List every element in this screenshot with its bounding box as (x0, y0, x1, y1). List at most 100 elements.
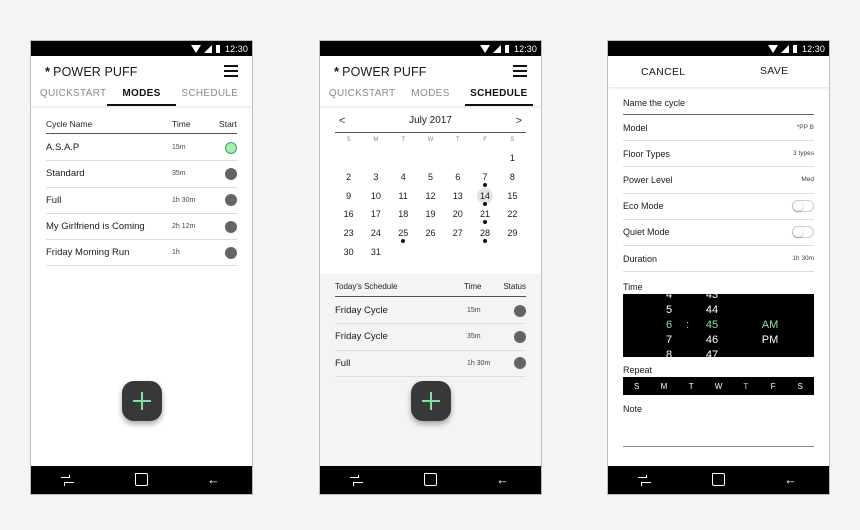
calendar-day[interactable]: 4 (390, 168, 417, 187)
minute-option[interactable]: 45 (703, 318, 721, 333)
calendar-day[interactable]: 23 (335, 224, 362, 243)
cycle-name-input[interactable]: Name the cycle (623, 87, 814, 115)
status-indicator[interactable] (514, 357, 526, 370)
mode-row[interactable]: Full 1h 30m (46, 188, 237, 214)
back-icon[interactable]: ← (784, 473, 797, 486)
repeat-day-toggle[interactable]: M (650, 382, 677, 391)
recent-apps-icon[interactable] (61, 475, 74, 486)
hour-option[interactable]: 4 (661, 294, 677, 303)
calendar-day[interactable]: 3 (362, 168, 389, 187)
tab-modes[interactable]: MODES (396, 84, 464, 106)
calendar-day[interactable]: 20 (444, 205, 471, 224)
back-icon[interactable]: ← (207, 473, 220, 486)
calendar-day[interactable]: 6 (444, 168, 471, 187)
calendar-day[interactable]: 16 (335, 205, 362, 224)
back-icon[interactable]: ← (496, 473, 509, 486)
minute-option[interactable]: 46 (703, 333, 721, 348)
calendar-day[interactable]: 14 (471, 187, 498, 206)
calendar-day[interactable]: 12 (417, 187, 444, 206)
calendar-day[interactable]: 25 (390, 224, 417, 244)
field-floor-types[interactable]: Floor Types 3 types (623, 141, 814, 168)
ampm-option[interactable]: PM (755, 333, 785, 348)
repeat-day-toggle[interactable]: S (623, 382, 650, 391)
calendar-day[interactable]: 27 (444, 224, 471, 243)
ampm-wheel[interactable]: AM PM (755, 318, 785, 348)
hour-wheel[interactable]: 45678 (661, 294, 677, 357)
hour-option[interactable]: 7 (661, 333, 677, 348)
mode-row[interactable]: Friday Morning Run 1h (46, 240, 237, 267)
hamburger-menu-icon[interactable] (513, 65, 527, 77)
add-schedule-button[interactable] (411, 381, 451, 421)
chevron-right-icon[interactable]: > (516, 115, 522, 127)
repeat-day-toggle[interactable]: S (787, 382, 814, 391)
calendar-day[interactable]: 24 (362, 224, 389, 243)
start-button[interactable] (225, 141, 237, 154)
calendar-day[interactable]: 30 (335, 243, 362, 262)
calendar-day[interactable]: 28 (471, 224, 498, 244)
schedule-row[interactable]: Full 1h 30m (335, 351, 526, 377)
hour-option[interactable]: 5 (661, 303, 677, 318)
calendar-day[interactable]: 9 (335, 187, 362, 206)
calendar-day[interactable]: 5 (417, 168, 444, 187)
home-icon[interactable] (712, 473, 725, 486)
home-icon[interactable] (424, 473, 437, 486)
repeat-day-toggle[interactable]: W (705, 382, 732, 391)
calendar-day[interactable]: 26 (417, 224, 444, 243)
calendar-day[interactable]: 8 (499, 168, 526, 187)
repeat-day-toggle[interactable]: T (732, 382, 759, 391)
calendar-day[interactable]: 17 (362, 205, 389, 224)
time-picker[interactable]: 45678 : 43 44 45 46 47 AM PM (623, 294, 814, 358)
schedule-row[interactable]: Friday Cycle 35m (335, 324, 526, 351)
note-input[interactable] (623, 414, 814, 448)
add-cycle-button[interactable] (122, 381, 162, 421)
schedule-row[interactable]: Friday Cycle 15m (335, 298, 526, 325)
minute-wheel[interactable]: 43 44 45 46 47 (703, 294, 721, 357)
tab-schedule[interactable]: SCHEDULE (464, 84, 534, 106)
cancel-button[interactable]: CANCEL (641, 66, 685, 78)
tab-quickstart[interactable]: QUICKSTART (39, 84, 107, 106)
field-eco-mode[interactable]: Eco Mode (623, 194, 814, 220)
repeat-day-toggle[interactable]: F (759, 382, 786, 391)
quiet-mode-toggle[interactable] (792, 226, 814, 239)
tab-schedule[interactable]: SCHEDULE (176, 84, 244, 106)
calendar-day[interactable]: 21 (471, 205, 498, 225)
hour-option[interactable]: 6 (661, 318, 677, 333)
start-button[interactable] (225, 246, 237, 259)
recent-apps-icon[interactable] (638, 475, 651, 486)
calendar-day[interactable]: 10 (362, 187, 389, 206)
calendar-day[interactable]: 13 (444, 187, 471, 206)
recent-apps-icon[interactable] (350, 475, 363, 486)
eco-mode-toggle[interactable] (792, 200, 814, 213)
repeat-day-toggle[interactable]: T (678, 382, 705, 391)
calendar-day[interactable]: 11 (390, 187, 417, 206)
calendar-day[interactable]: 29 (499, 224, 526, 243)
status-indicator[interactable] (514, 304, 526, 317)
mode-row[interactable]: My Girlfriend is Coming 2h 12m (46, 214, 237, 241)
field-power-level[interactable]: Power Level Med (623, 167, 814, 194)
calendar-day[interactable]: 15 (499, 187, 526, 206)
minute-option[interactable]: 47 (703, 348, 721, 357)
field-duration[interactable]: Duration 1h 30m (623, 246, 814, 273)
ampm-option[interactable]: AM (755, 318, 785, 333)
calendar-day[interactable]: 2 (335, 168, 362, 187)
field-quiet-mode[interactable]: Quiet Mode (623, 220, 814, 246)
save-button[interactable]: SAVE (760, 65, 788, 77)
status-indicator[interactable] (514, 330, 526, 343)
tab-quickstart[interactable]: QUICKSTART (328, 84, 396, 106)
calendar-day[interactable]: 22 (499, 205, 526, 224)
start-button[interactable] (225, 220, 237, 233)
tab-modes[interactable]: MODES (107, 84, 176, 106)
minute-option[interactable]: 44 (703, 303, 721, 318)
field-model[interactable]: Model *PP B (623, 115, 814, 142)
calendar-day[interactable]: 1 (499, 149, 526, 168)
calendar-day[interactable]: 7 (471, 168, 498, 187)
mode-row[interactable]: Standard 35m (46, 161, 237, 188)
start-button[interactable] (225, 167, 237, 180)
hamburger-menu-icon[interactable] (224, 65, 238, 77)
minute-option[interactable]: 43 (703, 294, 721, 303)
calendar-day[interactable]: 31 (362, 243, 389, 262)
calendar-day[interactable]: 18 (390, 205, 417, 224)
hour-option[interactable]: 8 (661, 348, 677, 357)
calendar-day[interactable]: 19 (417, 205, 444, 224)
mode-row[interactable]: A.S.A.P 15m (46, 135, 237, 162)
